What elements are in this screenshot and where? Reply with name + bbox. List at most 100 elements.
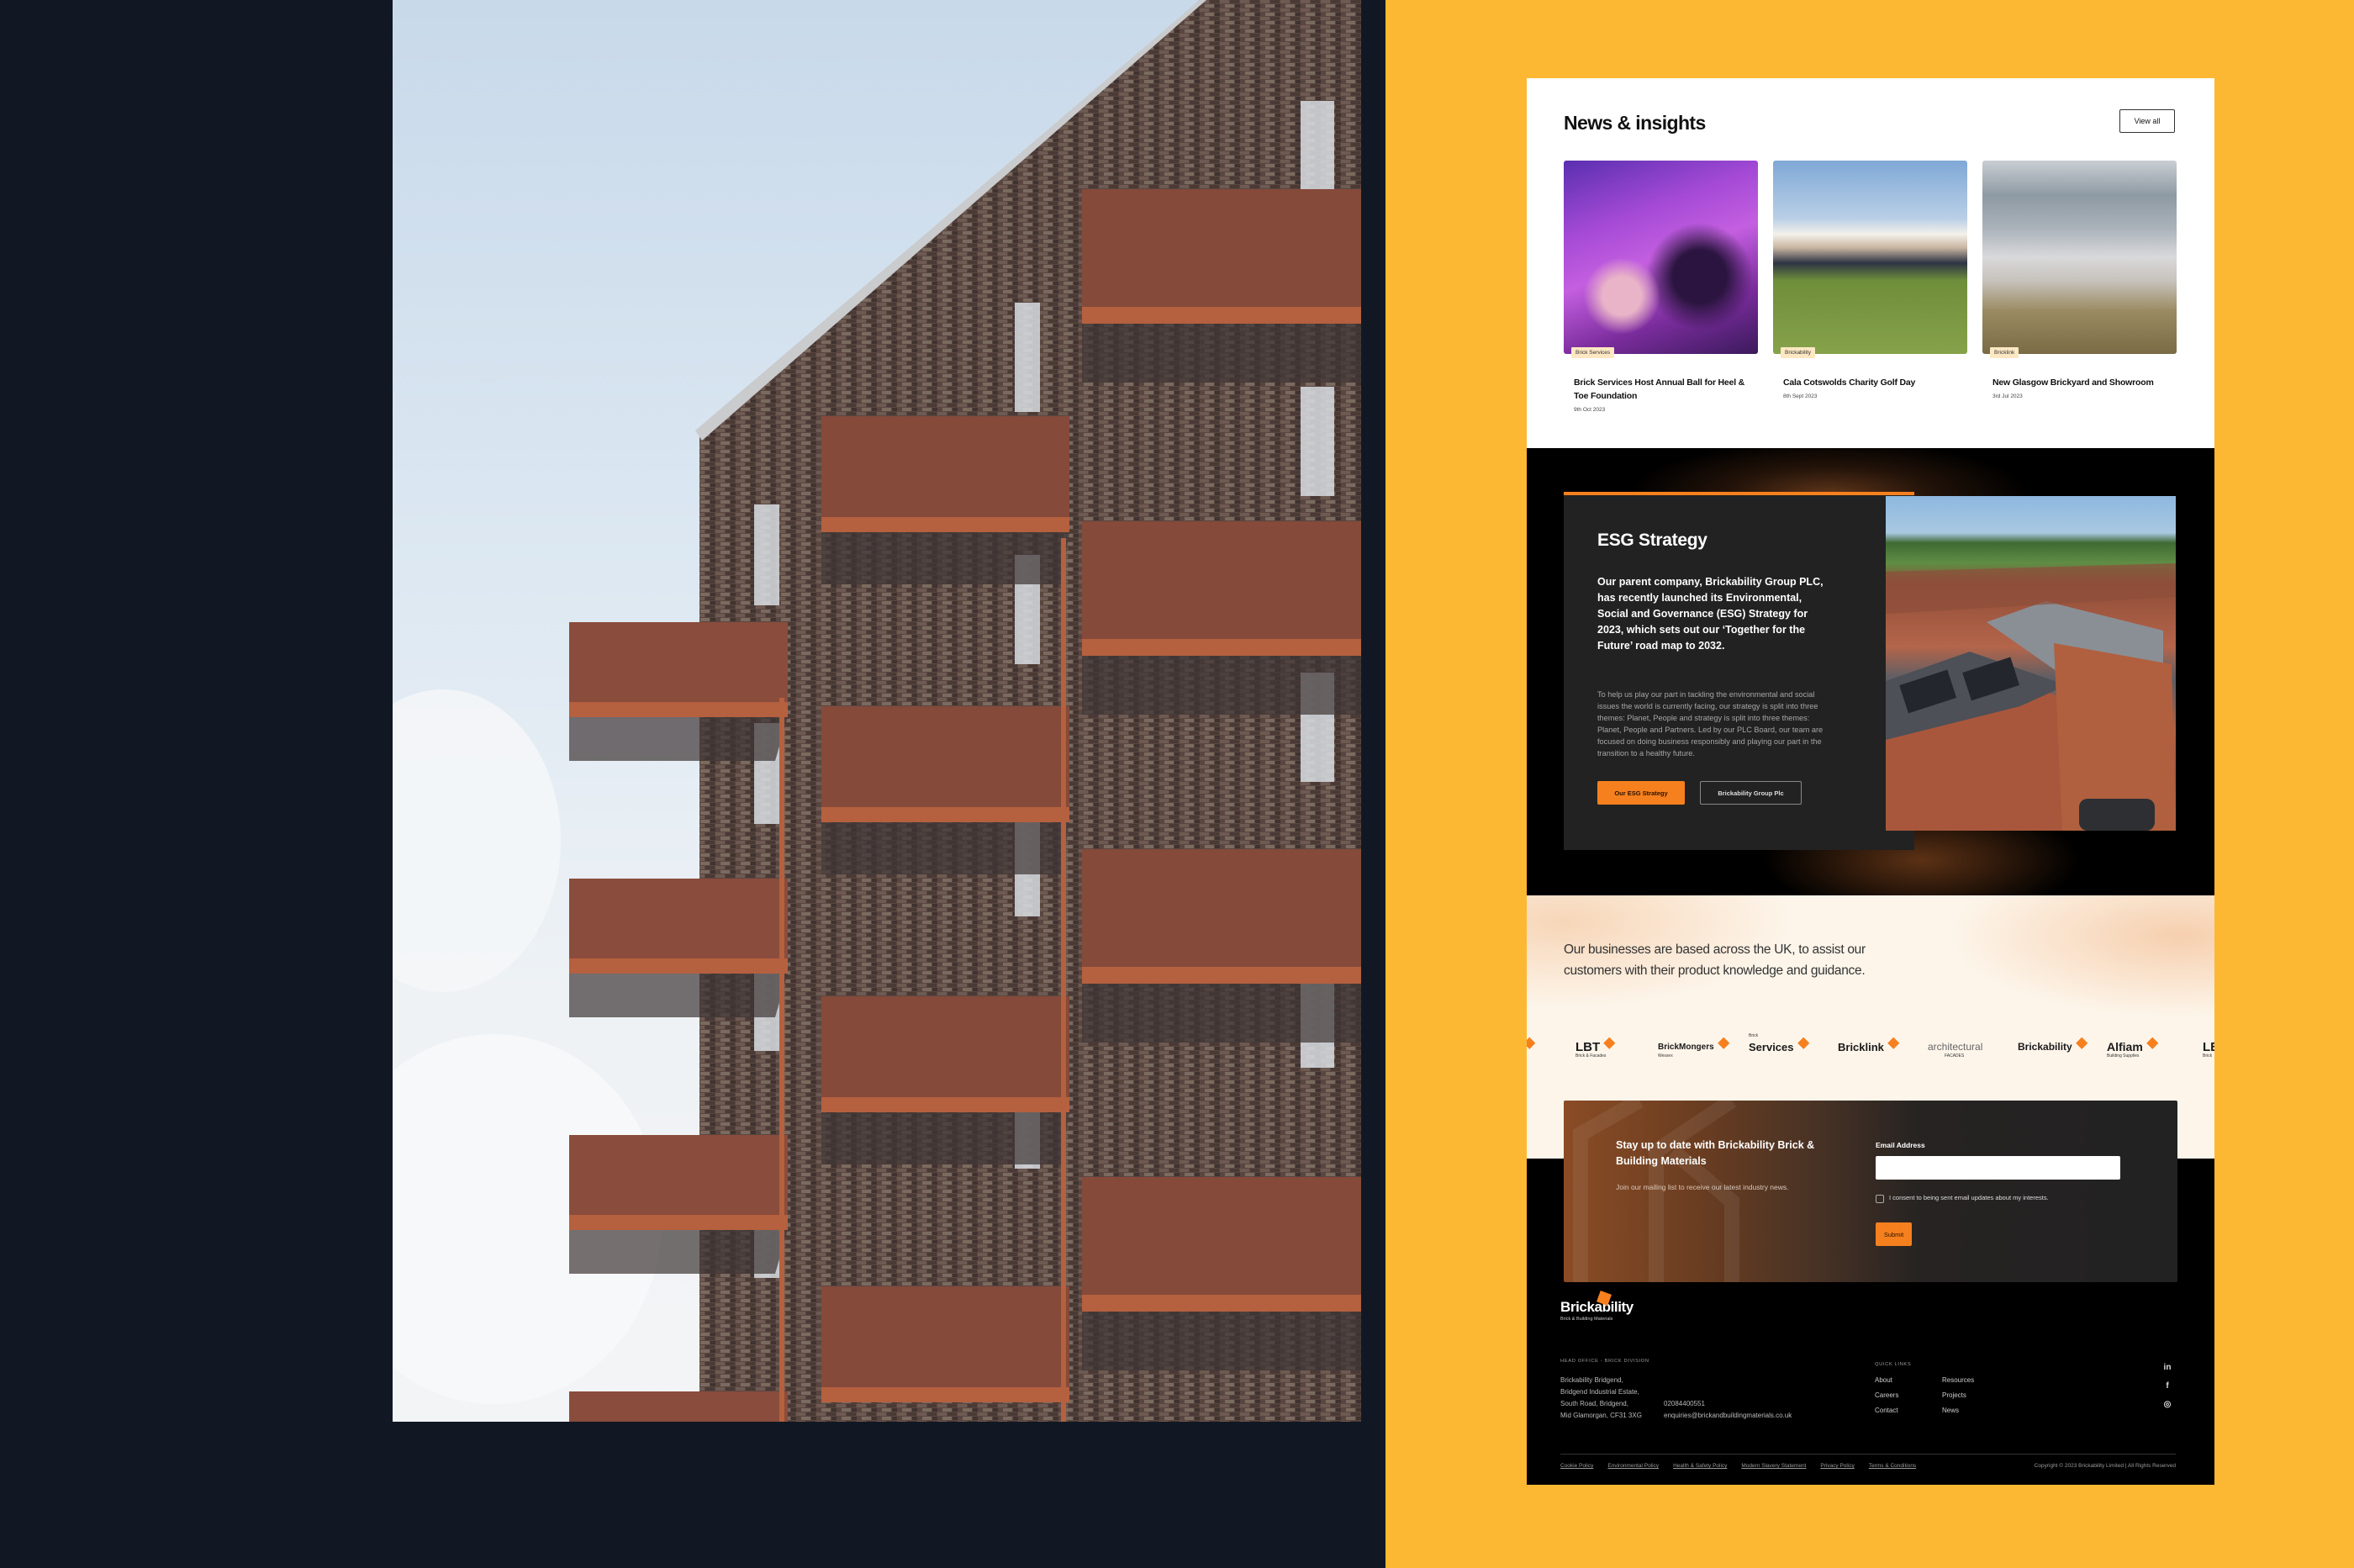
news-card-image [1564, 161, 1758, 354]
newsletter-subtitle: Join our mailing list to receive our lat… [1616, 1183, 1789, 1191]
esg-heading: ESG Strategy [1597, 531, 1707, 550]
building-photo [393, 0, 1361, 1422]
privacy-policy-link[interactable]: Privacy Policy [1820, 1463, 1854, 1469]
news-card[interactable]: Bricklink New Glasgow Brickyard and Show… [1982, 161, 2177, 413]
logo-text: Bricklink [1838, 1040, 1884, 1053]
footer-logo-tagline: Brick & Building Materials [1560, 1317, 1613, 1322]
esg-card: ESG Strategy Our parent company, Brickab… [1564, 494, 1914, 850]
logo-text: architectural [1928, 1041, 1983, 1053]
logo-lbt-partial[interactable]: LBT Brick [2203, 1030, 2214, 1064]
email-label: Email Address [1876, 1141, 1925, 1149]
terms-conditions-link[interactable]: Terms & Conditions [1869, 1463, 1916, 1469]
logo-architectural-facades[interactable]: architectural FACADES [1928, 1030, 1982, 1064]
news-section: News & insights View all Brick Services … [1527, 78, 2214, 448]
businesses-text: Our businesses are based across the UK, … [1564, 942, 1866, 978]
logo-subtext: Wessex [1658, 1053, 1673, 1059]
housing-illustration [1886, 563, 2176, 831]
cookie-policy-link[interactable]: Cookie Policy [1560, 1463, 1593, 1469]
news-card-title[interactable]: Brick Services Host Annual Ball for Heel… [1564, 376, 1758, 403]
logo-mark-icon [1717, 1037, 1730, 1049]
logo-subtext: Brick & Facades [1575, 1053, 1607, 1059]
email-input[interactable] [1876, 1156, 2120, 1180]
quick-link-careers[interactable]: Careers [1875, 1390, 1942, 1402]
logo-text: Brickability [2018, 1041, 2072, 1053]
logo-mark-icon [1887, 1037, 1900, 1049]
logo-brick-services[interactable]: Brick Services [1749, 1030, 1809, 1064]
quick-link-projects[interactable]: Projects [1942, 1390, 2009, 1402]
health-safety-policy-link[interactable]: Health & Safety Policy [1673, 1463, 1727, 1469]
address-line: Mid Glamorgan, CF31 3XG [1560, 1412, 1642, 1419]
address-line: Brickability Bridgend, [1560, 1376, 1623, 1384]
news-cards: Brick Services Brick Services Host Annua… [1564, 161, 2177, 413]
head-office-label: HEAD OFFICE - BRICK DIVISION [1560, 1359, 1649, 1364]
logo-text: BrickMongers [1658, 1042, 1714, 1052]
address-line: South Road, Bridgend, [1560, 1400, 1628, 1407]
building-illustration [393, 0, 1361, 1422]
logo-mark-icon [2075, 1037, 2088, 1049]
contact-details: 02084400551 enquiries@brickandbuildingma… [1664, 1398, 1792, 1422]
phone-link[interactable]: 02084400551 [1664, 1398, 1792, 1410]
environmental-policy-link[interactable]: Environmental Policy [1607, 1463, 1659, 1469]
consent-label: I consent to being sent email updates ab… [1889, 1194, 2049, 1201]
news-card-title[interactable]: Cala Cotswolds Charity Golf Day [1773, 376, 1967, 389]
logo-subtext: FACADES [1945, 1053, 1965, 1059]
logo-bricklink[interactable]: Bricklink [1838, 1030, 1900, 1064]
news-card-tag: Bricklink [1990, 347, 2019, 358]
instagram-icon[interactable]: ◎ [2161, 1397, 2173, 1411]
business-logos-carousel: LBT Brick & Facades BrickMongers Wessex … [1527, 1030, 2214, 1064]
submit-button[interactable]: Submit [1876, 1222, 1912, 1246]
brickability-group-button[interactable]: Brickability Group Plc [1700, 781, 1802, 805]
quick-links: About Resources Careers Projects Contact… [1875, 1375, 2009, 1417]
news-card-tag: Brick Services [1571, 347, 1615, 358]
footer: Brickability Brick & Building Materials … [1527, 1282, 2214, 1485]
quick-link-about[interactable]: About [1875, 1375, 1942, 1386]
esg-lead-text: Our parent company, Brickability Group P… [1597, 576, 1824, 652]
logo-brickability[interactable]: Brickability [2018, 1030, 2088, 1064]
modern-slavery-statement-link[interactable]: Modern Slavery Statement [1741, 1463, 1806, 1469]
logo-text: Alfiam [2107, 1040, 2143, 1053]
logo-lbt[interactable]: LBT Brick & Facades [1575, 1030, 1616, 1064]
news-card[interactable]: Brickability Cala Cotswolds Charity Golf… [1773, 161, 1967, 413]
social-links: in f ◎ [2161, 1360, 2173, 1411]
consent-checkbox[interactable] [1876, 1195, 1884, 1203]
news-card[interactable]: Brick Services Brick Services Host Annua… [1564, 161, 1758, 413]
address-line: Bridgend Industrial Estate, [1560, 1388, 1639, 1396]
footer-legal-bar: Cookie Policy Environmental Policy Healt… [1560, 1463, 2176, 1469]
news-title: News & insights [1564, 112, 1706, 134]
logo-text: LBT [2203, 1039, 2214, 1054]
logo-alfiam[interactable]: Alfiam Building Supplies [2107, 1030, 2159, 1064]
linkedin-icon[interactable]: in [2161, 1360, 2173, 1374]
quick-link-resources[interactable]: Resources [1942, 1375, 2009, 1386]
news-card-image [1982, 161, 2177, 354]
quick-link-news[interactable]: News [1942, 1405, 2009, 1417]
logo-subtext: Building Supplies [2107, 1053, 2140, 1059]
view-all-button[interactable]: View all [2119, 109, 2175, 133]
logo-mark-icon [1797, 1037, 1809, 1049]
news-card-date: 8th Sept 2023 [1783, 393, 1818, 399]
email-link[interactable]: enquiries@brickandbuildingmaterials.co.u… [1664, 1410, 1792, 1422]
news-card-tag: Brickability [1781, 347, 1816, 358]
esg-section: ESG Strategy Our parent company, Brickab… [1527, 448, 2214, 895]
website-mockup: News & insights View all Brick Services … [1527, 78, 2214, 1485]
logo-partial [1527, 1030, 1536, 1064]
logo-subtext: Brick [2203, 1053, 2213, 1059]
news-card-image [1773, 161, 1967, 354]
newsletter-title: Stay up to date with Brickability Brick … [1616, 1139, 1815, 1167]
newsletter-signup: Stay up to date with Brickability Brick … [1564, 1101, 2177, 1282]
right-panel: News & insights View all Brick Services … [1385, 0, 2354, 1568]
logo-subtext: Brick [1749, 1033, 1759, 1038]
quick-links-label: QUICK LINKS [1875, 1362, 1912, 1367]
quick-link-contact[interactable]: Contact [1875, 1405, 1942, 1417]
esg-housing-photo [1886, 496, 2176, 831]
our-esg-strategy-button[interactable]: Our ESG Strategy [1597, 781, 1685, 805]
footer-logo[interactable]: Brickability Brick & Building Materials [1560, 1291, 1634, 1322]
news-card-title[interactable]: New Glasgow Brickyard and Showroom [1982, 376, 2177, 389]
facebook-icon[interactable]: f [2161, 1379, 2173, 1392]
news-card-date: 3rd Jul 2023 [1992, 393, 2023, 399]
copyright-text: Copyright © 2023 Brickability Limited | … [2034, 1463, 2176, 1469]
logo-brickmongers[interactable]: BrickMongers Wessex [1658, 1030, 1730, 1064]
news-card-date: 9th Oct 2023 [1574, 407, 1606, 413]
esg-body-text: To help us play our part in tackling the… [1597, 690, 1824, 758]
logo-text: LBT [1575, 1039, 1601, 1054]
logo-mark-icon [1527, 1037, 1536, 1049]
